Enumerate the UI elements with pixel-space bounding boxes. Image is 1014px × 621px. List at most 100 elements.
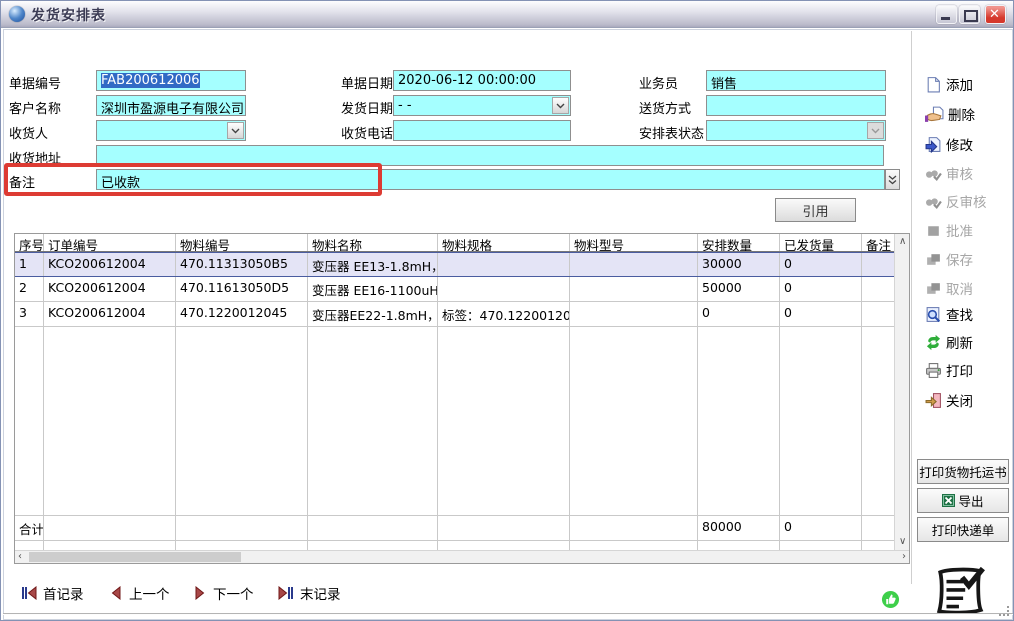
consignee-dropdown-button[interactable] [227,122,244,139]
minimize-button[interactable] [936,5,957,24]
header-order-no[interactable]: 订单编号 [44,234,176,251]
cell [862,327,894,515]
sidebar-item-print[interactable]: 打印 [925,359,973,381]
cell [570,253,698,276]
sidebar-item-refresh[interactable]: 刷新 [925,331,973,353]
print-consignment-button[interactable]: 打印货物托运书 [917,459,1009,484]
remark-value: 已收款 [101,176,140,190]
header-remark[interactable]: 备注 [862,234,894,251]
detail-grid: 序号 订单编号 物料编号 物料名称 物料规格 物料型号 安排数量 已发货量 备注… [14,233,910,564]
consignee-combobox[interactable] [96,120,246,141]
cell [570,516,698,540]
cell: 0 [698,302,780,326]
clipboard-check-icon [931,566,989,618]
table-row[interactable]: 2 KCO200612004 470.11613050D5 变压器 EE16-1… [15,277,894,302]
nav-previous-record[interactable]: 上一个 [109,584,170,602]
doc-no-field[interactable]: FAB200612006 [96,70,246,91]
cell: KCO200612004 [44,302,176,326]
resize-grip[interactable] [997,604,1009,616]
maximize-icon [964,10,978,22]
status-label: 安排表状态 [639,123,704,142]
ship-date-dropdown-button[interactable] [552,97,569,114]
unaudit-icon [925,193,942,210]
nav-label: 上一个 [129,583,170,603]
header-material-name[interactable]: 物料名称 [308,234,438,251]
salesman-label: 业务员 [639,73,678,92]
total-arranged-qty: 80000 [698,516,780,540]
scroll-left-icon[interactable]: ‹ [18,552,22,562]
window-title: 发货安排表 [31,5,106,25]
table-row-selected[interactable]: 1 KCO200612004 470.11313050B5 变压器 EE13-1… [15,252,894,277]
remark-expand-button[interactable] [885,169,900,190]
vertical-scrollbar[interactable]: ∧ ∨ [894,234,909,550]
cell: 470.1220012045 [176,302,308,326]
sidebar-label: 反审核 [946,191,987,211]
sidebar-label: 批准 [946,220,973,240]
cell [44,541,176,550]
chevron-down-icon [231,128,240,134]
cell [438,516,570,540]
sidebar-item-delete[interactable]: 删除 [925,103,975,125]
sidebar-item-add[interactable]: 添加 [925,73,973,95]
app-window: 发货安排表 ✕ 单据编号 FAB200612006 客户名称 深圳市盈源电子有限… [0,0,1014,621]
sidebar-label: 关闭 [946,390,973,410]
cell [308,327,438,515]
phone-field[interactable] [393,120,571,141]
double-chevron-down-icon [888,175,897,185]
sidebar-item-find[interactable]: 查找 [925,303,973,325]
modify-icon [925,136,942,153]
cell: 变压器 EE16-1100uH， [308,277,438,301]
button-label: 打印快递单 [932,520,995,539]
print-express-button[interactable]: 打印快递单 [917,517,1009,542]
sidebar-label: 添加 [946,74,973,94]
sidebar-label: 保存 [946,249,973,269]
title-bar[interactable]: 发货安排表 ✕ [1,1,1013,28]
quote-button[interactable]: 引用 [775,198,856,222]
horizontal-scrollbar[interactable]: ‹ › [15,550,909,563]
printer-icon [925,362,942,379]
delivery-method-field[interactable] [706,95,886,116]
scroll-right-icon[interactable]: › [902,552,906,562]
refresh-icon [925,334,942,351]
cell: 50000 [698,277,780,301]
ship-date-combobox[interactable]: - - [393,95,571,116]
scroll-down-icon[interactable]: ∨ [899,537,906,547]
last-record-icon [278,586,294,600]
header-material-spec[interactable]: 物料规格 [438,234,570,251]
header-material-model[interactable]: 物料型号 [570,234,698,251]
cell [862,302,894,326]
sidebar-item-modify[interactable]: 修改 [925,133,973,155]
cell [176,327,308,515]
nav-next-record[interactable]: 下一个 [193,584,254,602]
export-button[interactable]: 导出 [917,488,1009,513]
remark-field[interactable]: 已收款 [96,169,885,190]
close-button[interactable]: ✕ [985,5,1006,24]
consignee-label: 收货人 [9,123,48,142]
nav-last-record[interactable]: 末记录 [278,584,341,602]
table-row[interactable]: 3 KCO200612004 470.1220012045 变压器EE22-1.… [15,302,894,327]
sidebar-label: 刷新 [946,332,973,352]
cell [44,327,176,515]
phone-label: 收货电话 [341,123,393,142]
scroll-up-icon[interactable]: ∧ [899,237,906,247]
approve-icon [925,222,942,239]
nav-first-record[interactable]: 首记录 [21,584,84,602]
header-shipped-qty[interactable]: 已发货量 [780,234,862,251]
doc-date-field[interactable]: 2020-06-12 00:00:00 [393,70,571,91]
sidebar-item-close[interactable]: 关闭 [925,389,973,411]
address-field[interactable] [96,145,884,166]
maximize-button[interactable] [959,5,980,24]
header-seq[interactable]: 序号 [15,234,44,251]
cell [438,327,570,515]
cell [862,253,894,276]
salesman-field[interactable]: 销售 [706,70,886,91]
scrollbar-thumb[interactable] [29,552,241,562]
cell: KCO200612004 [44,253,176,276]
header-material-no[interactable]: 物料编号 [176,234,308,251]
header-arranged-qty[interactable]: 安排数量 [698,234,780,251]
sidebar-label: 审核 [946,163,973,183]
customer-field[interactable]: 深圳市盈源电子有限公司 [96,95,246,116]
nav-label: 首记录 [43,583,84,603]
sidebar-item-unaudit: 反审核 [925,190,987,212]
cell: 变压器EE22-1.8mH，卧 [308,302,438,326]
